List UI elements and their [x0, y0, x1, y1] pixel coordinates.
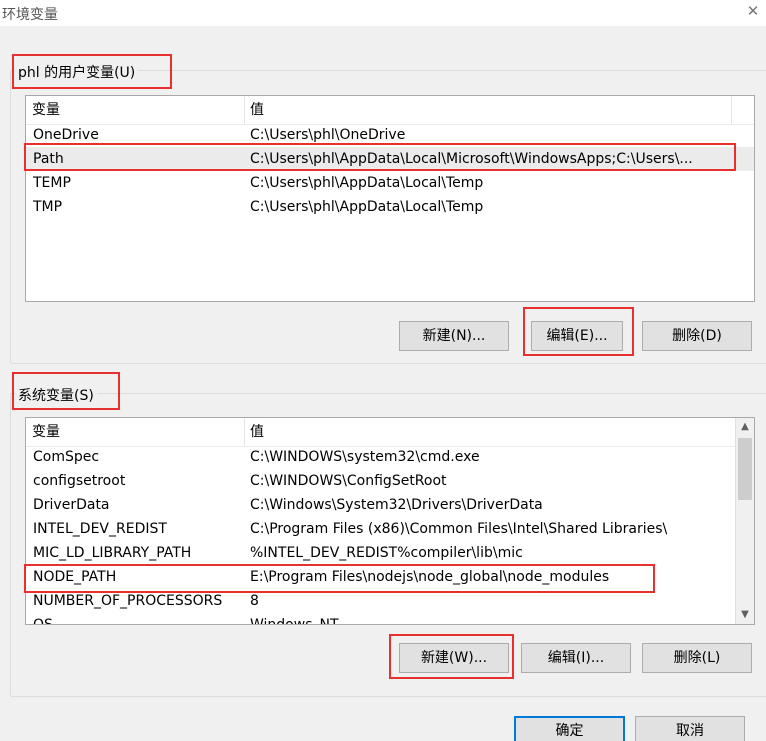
system-delete-button[interactable]: 删除(L)	[642, 643, 752, 673]
var-name: NODE_PATH	[33, 569, 117, 585]
var-name: OneDrive	[33, 127, 99, 143]
user-delete-button[interactable]: 删除(D)	[642, 321, 752, 351]
environment-variables-dialog: 环境变量 ✕ phl 的用户变量(U) 变量 值 OneDrive C:\Use…	[0, 0, 766, 741]
user-edit-button[interactable]: 编辑(E)...	[531, 321, 623, 351]
table-row[interactable]: MIC_LD_LIBRARY_PATH %INTEL_DEV_REDIST%co…	[26, 541, 735, 565]
table-row[interactable]: configsetroot C:\WINDOWS\ConfigSetRoot	[26, 469, 735, 493]
var-name: INTEL_DEV_REDIST	[33, 521, 167, 537]
column-header-name[interactable]: 变量	[26, 418, 244, 446]
table-row-selected[interactable]: Path C:\Users\phl\AppData\Local\Microsof…	[26, 147, 754, 171]
table-row[interactable]: OS Windows_NT	[26, 613, 735, 625]
chevron-down-icon[interactable]: ▼	[736, 606, 754, 624]
user-vars-list[interactable]: 变量 值 OneDrive C:\Users\phl\OneDrive Path…	[25, 95, 755, 302]
var-value: C:\Users\phl\AppData\Local\Microsoft\Win…	[250, 151, 693, 167]
system-vars-label: 系统变量(S)	[15, 385, 97, 405]
table-row[interactable]: DriverData C:\Windows\System32\Drivers\D…	[26, 493, 735, 517]
table-row[interactable]: OneDrive C:\Users\phl\OneDrive	[26, 123, 754, 147]
var-name: TEMP	[33, 175, 71, 191]
var-value: E:\Program Files\nodejs\node_global\node…	[250, 569, 610, 585]
table-row[interactable]: INTEL_DEV_REDIST C:\Program Files (x86)\…	[26, 517, 735, 541]
system-vars-list[interactable]: 变量 值 ComSpec C:\WINDOWS\system32\cmd.exe…	[25, 417, 755, 625]
title-bar: 环境变量 ✕	[0, 0, 766, 26]
close-icon[interactable]: ✕	[744, 2, 762, 20]
user-vars-header: 变量 值	[26, 96, 754, 125]
table-row[interactable]: NUMBER_OF_PROCESSORS 8	[26, 589, 735, 613]
system-new-button[interactable]: 新建(W)...	[399, 643, 509, 673]
system-vars-scrollbar[interactable]: ▲ ▼	[735, 418, 754, 624]
var-value: C:\Users\phl\OneDrive	[250, 127, 406, 143]
table-row[interactable]: ComSpec C:\WINDOWS\system32\cmd.exe	[26, 445, 735, 469]
var-value: C:\Program Files (x86)\Common Files\Inte…	[250, 521, 668, 537]
system-vars-header: 变量 值	[26, 418, 735, 447]
system-edit-button[interactable]: 编辑(I)...	[521, 643, 631, 673]
var-value: C:\Windows\System32\Drivers\DriverData	[250, 497, 543, 513]
column-separator[interactable]	[731, 96, 732, 124]
var-name: OS	[33, 617, 53, 625]
var-value: %INTEL_DEV_REDIST%compiler\lib\mic	[250, 545, 523, 561]
table-row[interactable]: TMP C:\Users\phl\AppData\Local\Temp	[26, 195, 754, 219]
var-name: configsetroot	[33, 473, 126, 489]
chevron-up-icon[interactable]: ▲	[736, 418, 754, 436]
user-vars-label: phl 的用户变量(U)	[15, 62, 139, 82]
window-title: 环境变量	[2, 7, 58, 23]
column-header-value[interactable]: 值	[244, 96, 731, 124]
column-header-name[interactable]: 变量	[26, 96, 244, 124]
var-value: 8	[250, 593, 259, 609]
ok-button[interactable]: 确定	[514, 716, 625, 741]
var-value: C:\Users\phl\AppData\Local\Temp	[250, 175, 484, 191]
cancel-button[interactable]: 取消	[635, 716, 745, 741]
table-row[interactable]: NODE_PATH E:\Program Files\nodejs\node_g…	[26, 565, 735, 589]
var-name: MIC_LD_LIBRARY_PATH	[33, 545, 192, 561]
var-value: C:\WINDOWS\ConfigSetRoot	[250, 473, 447, 489]
scrollbar-thumb[interactable]	[738, 438, 752, 500]
var-name: NUMBER_OF_PROCESSORS	[33, 593, 223, 609]
var-name: DriverData	[33, 497, 110, 513]
var-value: Windows_NT	[250, 617, 339, 625]
column-header-value[interactable]: 值	[244, 418, 724, 446]
table-row[interactable]: TEMP C:\Users\phl\AppData\Local\Temp	[26, 171, 754, 195]
var-value: C:\Users\phl\AppData\Local\Temp	[250, 199, 484, 215]
var-name: ComSpec	[33, 449, 100, 465]
var-name: TMP	[33, 199, 63, 215]
var-name: Path	[33, 151, 64, 167]
user-new-button[interactable]: 新建(N)...	[399, 321, 509, 351]
var-value: C:\WINDOWS\system32\cmd.exe	[250, 449, 480, 465]
